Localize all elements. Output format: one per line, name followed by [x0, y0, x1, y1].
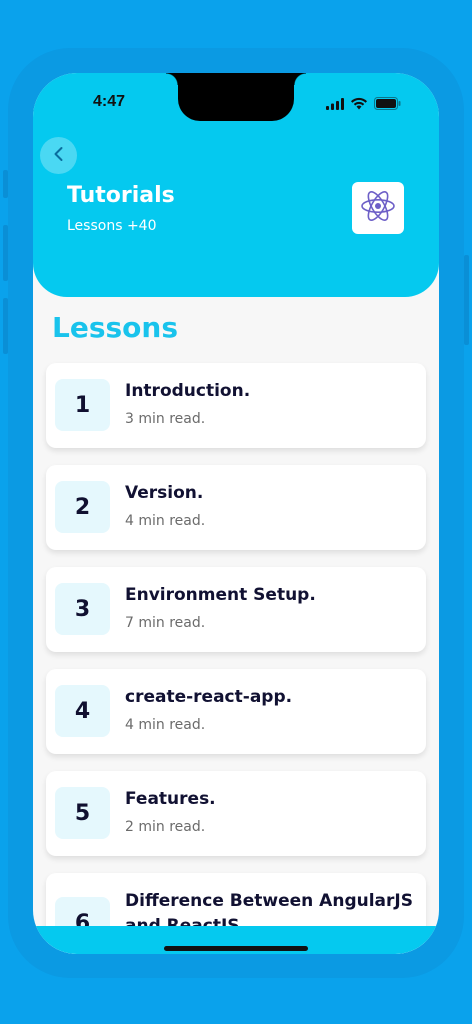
- volume-down-button: [3, 298, 8, 354]
- home-indicator[interactable]: [164, 946, 308, 951]
- lesson-title: Introduction.: [125, 381, 251, 401]
- course-logo: [352, 182, 404, 234]
- lesson-card-3[interactable]: 3 Environment Setup. 7 min read.: [46, 567, 426, 652]
- lesson-read-time: 2 min read.: [125, 819, 206, 835]
- back-button[interactable]: [40, 137, 77, 174]
- chevron-left-icon: [52, 146, 66, 166]
- header: 4:47 Tutorials Lessons +40: [33, 73, 439, 297]
- lesson-title: Features.: [125, 789, 216, 809]
- lesson-read-time: 7 min read.: [125, 615, 206, 631]
- lesson-card-4[interactable]: 4 create-react-app. 4 min read.: [46, 669, 426, 754]
- volume-up-button: [3, 225, 8, 281]
- lesson-title: Environment Setup.: [125, 585, 316, 605]
- page-subtitle: Lessons +40: [67, 218, 157, 234]
- lesson-card-2[interactable]: 2 Version. 4 min read.: [46, 465, 426, 550]
- lesson-card-5[interactable]: 5 Features. 2 min read.: [46, 771, 426, 856]
- lesson-read-time: 4 min read.: [125, 717, 206, 733]
- lesson-title: create-react-app.: [125, 687, 293, 707]
- react-atom-icon: [359, 187, 397, 229]
- lesson-number: 1: [55, 379, 110, 431]
- lesson-read-time: 3 min read.: [125, 411, 206, 427]
- lesson-number: 5: [55, 787, 110, 839]
- power-button: [464, 255, 469, 345]
- lesson-card-1[interactable]: 1 Introduction. 3 min read.: [46, 363, 426, 448]
- mute-switch: [3, 170, 8, 198]
- lesson-number: 4: [55, 685, 110, 737]
- page-title: Tutorials: [67, 183, 175, 208]
- lesson-read-time: 4 min read.: [125, 513, 206, 529]
- app-screen: 4:47 Tutorials Lessons +40 Lessons 1 Int…: [33, 73, 439, 954]
- status-icons: [326, 95, 401, 114]
- battery-icon: [374, 95, 401, 114]
- lesson-number: 3: [55, 583, 110, 635]
- device-notch: [166, 73, 306, 121]
- status-time: 4:47: [93, 93, 126, 110]
- wifi-icon: [350, 95, 368, 114]
- section-title: Lessons: [52, 311, 178, 344]
- lesson-number: 2: [55, 481, 110, 533]
- lesson-title: Version.: [125, 483, 204, 503]
- signal-icon: [326, 95, 344, 114]
